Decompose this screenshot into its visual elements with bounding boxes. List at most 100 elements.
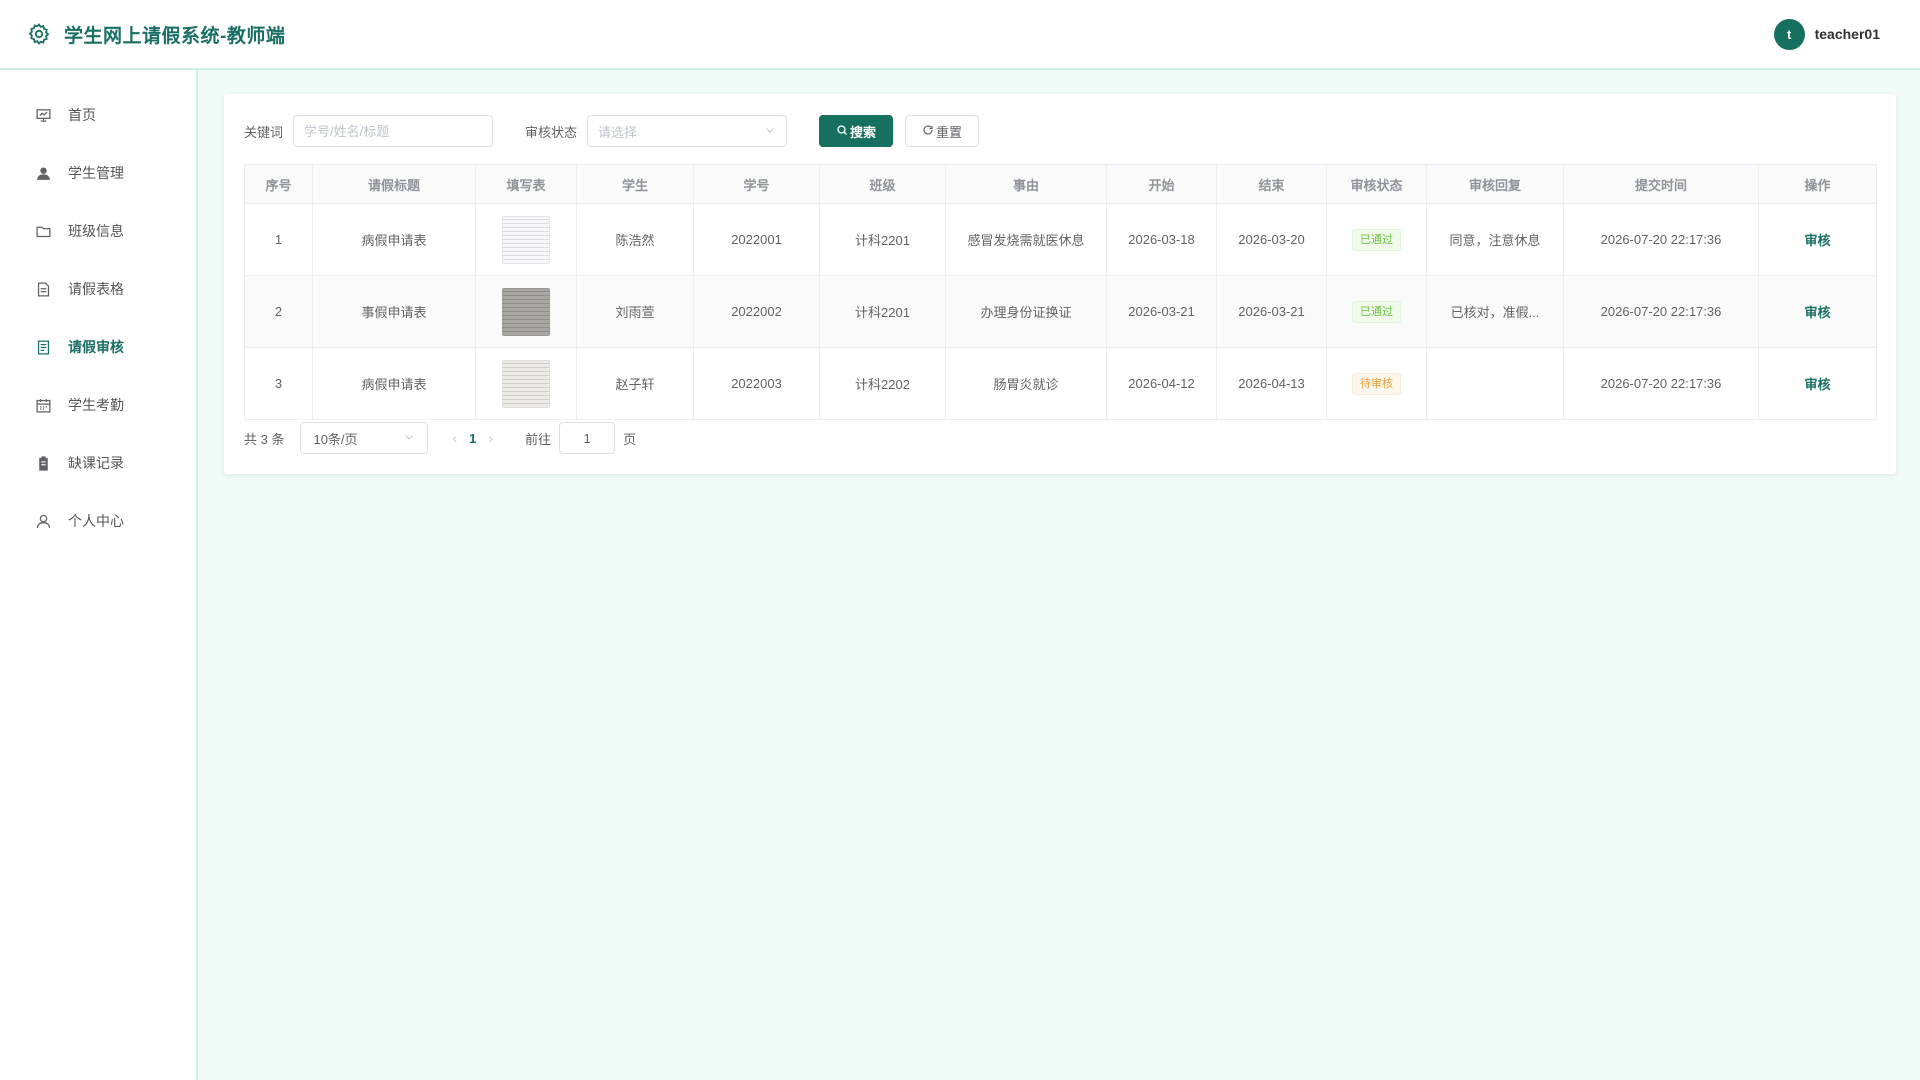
- column-header: 班级: [819, 164, 946, 204]
- sidebar-item-profile[interactable]: 个人中心: [0, 492, 196, 550]
- prev-page-icon[interactable]: ‹: [452, 430, 457, 446]
- status-badge: 待审核: [1352, 372, 1401, 395]
- sidebar-item-attendance[interactable]: 学生考勤: [0, 376, 196, 434]
- row-start: 2026-03-18: [1106, 203, 1217, 276]
- review-link[interactable]: 审核: [1804, 305, 1830, 320]
- row-index: 2: [244, 275, 313, 348]
- column-header: 学生: [576, 164, 694, 204]
- table-row: 1 病假申请表 陈浩然 2022001 计科2201 感冒发烧需就医休息 202…: [244, 203, 1877, 276]
- sidebar-item-leave-review[interactable]: 请假审核: [0, 318, 196, 376]
- sidebar-item-label: 班级信息: [68, 223, 124, 239]
- row-reason: 肠胃炎就诊: [945, 347, 1107, 420]
- row-status-cell: 待审核: [1326, 347, 1427, 420]
- row-submitted: 2026-07-20 22:17:36: [1563, 347, 1759, 420]
- search-button-label: 搜索: [850, 124, 877, 140]
- row-end: 2026-03-20: [1216, 203, 1327, 276]
- search-button[interactable]: 搜索: [819, 115, 894, 147]
- column-header: 请假标题: [312, 164, 476, 204]
- user-icon: [34, 512, 52, 530]
- app-title: 学生网上请假系统-教师端: [64, 25, 286, 47]
- column-header: 提交时间: [1563, 164, 1759, 204]
- column-header: 序号: [244, 164, 313, 204]
- pagination: 共 3 条 10条/页 ‹ 1 › 前往 页: [244, 420, 1876, 456]
- page-size-value: 10条/页: [313, 431, 358, 447]
- page-size-select[interactable]: 10条/页: [300, 422, 429, 454]
- sidebar-item-label: 请假表格: [68, 281, 124, 297]
- calendar-icon: [34, 396, 52, 414]
- sidebar-item-label: 缺课记录: [68, 455, 124, 471]
- main-card: 关键词 审核状态 请选择 搜索 重置: [224, 94, 1896, 474]
- form-thumbnail[interactable]: [502, 215, 550, 264]
- row-class: 计科2202: [819, 347, 946, 420]
- document-icon: [34, 280, 52, 298]
- row-student-id: 2022001: [693, 203, 820, 276]
- gear-icon: [26, 21, 52, 47]
- chevron-down-icon: [403, 431, 415, 446]
- search-icon: [836, 124, 848, 139]
- table-row: 2 事假申请表 刘雨萱 2022002 计科2201 办理身份证换证 2026-…: [244, 275, 1877, 348]
- username[interactable]: teacher01: [1815, 26, 1880, 42]
- chevron-down-icon: [764, 124, 776, 139]
- form-thumbnail[interactable]: [502, 287, 550, 336]
- sidebar-item-label: 请假审核: [68, 339, 124, 355]
- column-header: 填写表: [475, 164, 577, 204]
- row-submitted: 2026-07-20 22:17:36: [1563, 275, 1759, 348]
- row-student: 刘雨萱: [576, 275, 694, 348]
- leave-table: 序号 请假标题 填写表 学生 学号 班级 事由 开始 结束 审核状态 审核回复 …: [244, 164, 1877, 420]
- current-page[interactable]: 1: [469, 431, 476, 446]
- row-reason: 办理身份证换证: [945, 275, 1107, 348]
- sidebar-item-absence-records[interactable]: 缺课记录: [0, 434, 196, 492]
- top-header: 学生网上请假系统-教师端 t teacher01: [0, 0, 1920, 70]
- column-header: 事由: [945, 164, 1107, 204]
- goto-label: 前往: [525, 431, 552, 447]
- sidebar-item-classes[interactable]: 班级信息: [0, 202, 196, 260]
- review-link[interactable]: 审核: [1804, 233, 1830, 248]
- row-class: 计科2201: [819, 275, 946, 348]
- row-form-cell: [475, 347, 577, 420]
- goto-page-input[interactable]: [559, 422, 616, 454]
- user-filled-icon: [34, 164, 52, 182]
- row-action-cell: 审核: [1758, 203, 1877, 276]
- review-link[interactable]: 审核: [1804, 377, 1830, 392]
- row-student-id: 2022002: [693, 275, 820, 348]
- sidebar: 首页 学生管理 班级信息 请假表格 请假审核 学生考勤 缺课记录 个人中心: [0, 70, 198, 1080]
- page-suffix: 页: [623, 431, 637, 447]
- row-student: 陈浩然: [576, 203, 694, 276]
- reset-button[interactable]: 重置: [905, 115, 980, 147]
- keyword-input[interactable]: [293, 115, 494, 147]
- sidebar-item-home[interactable]: 首页: [0, 86, 196, 144]
- sidebar-item-label: 学生管理: [68, 165, 124, 181]
- row-reply: 已核对，准假...: [1426, 275, 1564, 348]
- document-check-icon: [34, 338, 52, 356]
- row-reason: 感冒发烧需就医休息: [945, 203, 1107, 276]
- avatar[interactable]: t: [1773, 18, 1805, 50]
- row-form-cell: [475, 275, 577, 348]
- row-end: 2026-04-13: [1216, 347, 1327, 420]
- sidebar-item-label: 个人中心: [68, 513, 124, 529]
- next-page-icon[interactable]: ›: [488, 430, 493, 446]
- keyword-label: 关键词: [244, 124, 284, 140]
- sidebar-item-students[interactable]: 学生管理: [0, 144, 196, 202]
- row-title: 病假申请表: [312, 203, 476, 276]
- status-badge: 已通过: [1352, 228, 1401, 251]
- status-badge: 已通过: [1352, 300, 1401, 323]
- form-thumbnail[interactable]: [502, 359, 550, 408]
- row-title: 事假申请表: [312, 275, 476, 348]
- user-menu[interactable]: t teacher01: [1773, 18, 1880, 50]
- reset-button-label: 重置: [936, 124, 963, 140]
- sidebar-item-label: 学生考勤: [68, 397, 124, 413]
- row-class: 计科2201: [819, 203, 946, 276]
- refresh-icon: [922, 124, 934, 139]
- table-header: 序号 请假标题 填写表 学生 学号 班级 事由 开始 结束 审核状态 审核回复 …: [244, 164, 1877, 204]
- row-action-cell: 审核: [1758, 275, 1877, 348]
- row-status-cell: 已通过: [1326, 275, 1427, 348]
- brand: 学生网上请假系统-教师端: [26, 21, 285, 48]
- row-submitted: 2026-07-20 22:17:36: [1563, 203, 1759, 276]
- row-student-id: 2022003: [693, 347, 820, 420]
- status-select[interactable]: 请选择: [587, 115, 788, 147]
- status-label: 审核状态: [525, 124, 578, 140]
- sidebar-item-leave-forms[interactable]: 请假表格: [0, 260, 196, 318]
- search-bar: 关键词 审核状态 请选择 搜索 重置: [244, 114, 1876, 148]
- row-index: 3: [244, 347, 313, 420]
- column-header: 结束: [1216, 164, 1327, 204]
